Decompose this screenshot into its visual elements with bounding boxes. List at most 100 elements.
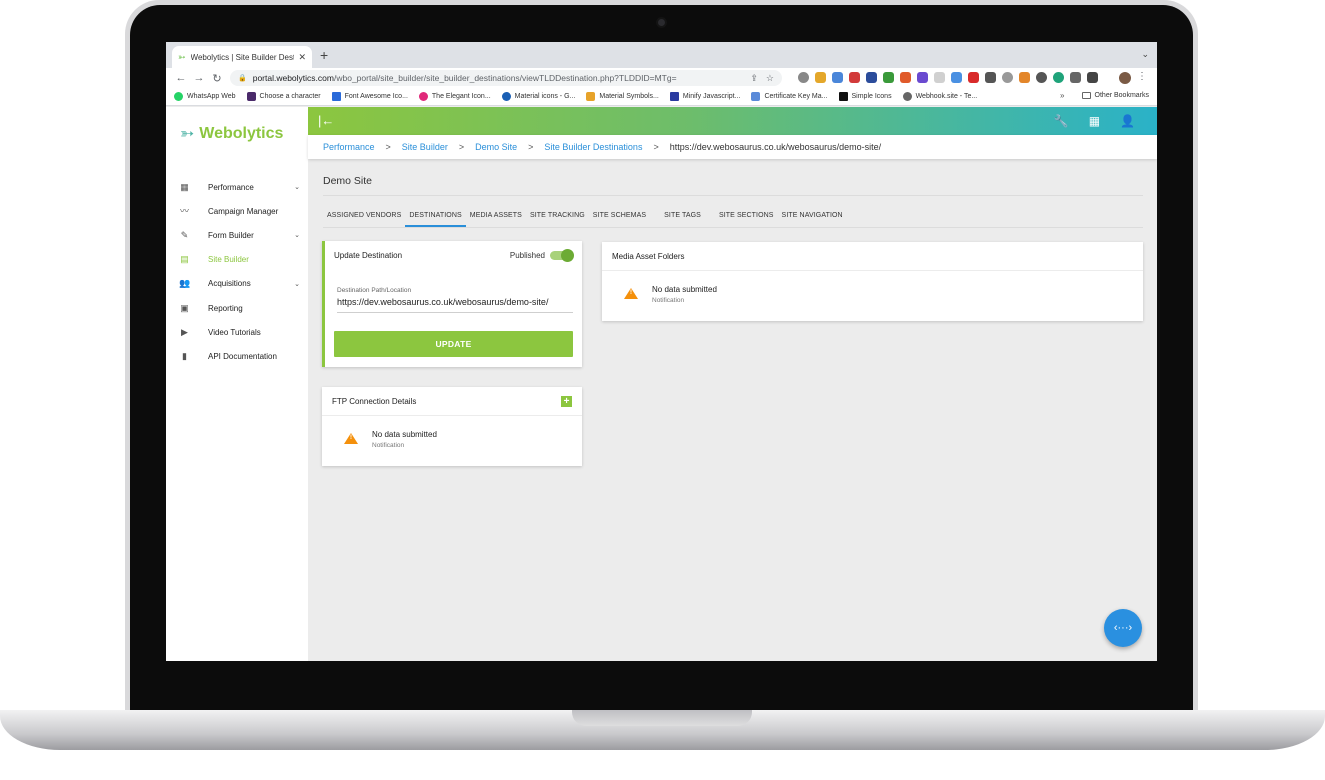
extensions-row [798, 72, 1098, 83]
extension-icon[interactable] [951, 72, 962, 83]
more-menu-icon[interactable]: ⋮ [1137, 71, 1147, 82]
card-header: Update Destination Published [325, 241, 582, 270]
published-toggle[interactable] [550, 249, 574, 262]
sidebar-item-reporting[interactable]: ▣ Reporting [166, 296, 308, 320]
url-path: /wbo_portal/site_builder/site_builder_de… [333, 73, 677, 83]
profile-avatar[interactable] [1119, 72, 1131, 84]
tab-media-assets[interactable]: MEDIA ASSETS [466, 205, 526, 227]
bookmark[interactable]: Material icons - G... [501, 92, 575, 101]
material-icon [501, 92, 511, 101]
user-icon[interactable]: 👤 [1120, 114, 1135, 128]
tab-assigned-vendors[interactable]: ASSIGNED VENDORS [323, 205, 405, 227]
bookmark[interactable]: The Elegant Icon... [418, 92, 491, 101]
breadcrumb-site-builder[interactable]: Site Builder [402, 142, 448, 152]
webhook-icon [902, 92, 912, 101]
puzzle-icon[interactable] [1070, 72, 1081, 83]
breadcrumb-demo-site[interactable]: Demo Site [475, 142, 517, 152]
ftp-connection-card: FTP Connection Details + ! No data submi… [322, 387, 582, 466]
apps-grid-icon[interactable]: ▦ [1089, 114, 1100, 128]
reload-icon[interactable]: ↻ [208, 72, 226, 85]
extension-icon[interactable] [900, 72, 911, 83]
breadcrumb-separator: > [528, 142, 534, 152]
whatsapp-icon [174, 92, 183, 101]
extension-icon[interactable] [883, 72, 894, 83]
media-asset-folders-card: Media Asset Folders ! No data submitted … [602, 242, 1143, 321]
sidebar-item-video-tutorials[interactable]: ▶ Video Tutorials [166, 320, 308, 344]
extension-icon[interactable] [815, 72, 826, 83]
tab-site-sections[interactable]: SITE SECTIONS [715, 205, 778, 227]
star-icon[interactable]: ☆ [766, 73, 774, 84]
sidebar-item-acquisitions[interactable]: 👥 Acquisitions ⌄ [166, 272, 308, 296]
main-content: |← 🔧 ▦ 👤 Performance > Site Builder > De… [308, 107, 1157, 661]
extension-icon[interactable] [934, 72, 945, 83]
extension-icon[interactable] [1019, 72, 1030, 83]
extension-icon[interactable] [832, 72, 843, 83]
bookmark[interactable]: Simple Icons [838, 92, 892, 101]
bookmark[interactable]: Webhook.site - Te... [902, 92, 977, 101]
sidebar-item-performance[interactable]: ▦ Performance ⌄ [166, 175, 308, 199]
back-icon[interactable]: ← [172, 72, 190, 84]
extension-icon[interactable] [849, 72, 860, 83]
video-icon: ▶ [181, 326, 188, 337]
symbols-icon [586, 92, 596, 101]
breadcrumb-destinations[interactable]: Site Builder Destinations [544, 142, 642, 152]
new-tab-button[interactable]: + [320, 47, 328, 63]
address-bar[interactable]: 🔒 portal.webolytics.com/wbo_portal/site_… [230, 70, 782, 86]
sidebar-item-campaign-manager[interactable]: 〰 Campaign Manager [166, 199, 308, 223]
logo[interactable]: ➳ Webolytics [180, 124, 283, 144]
extension-icon[interactable] [985, 72, 996, 83]
tab-destinations[interactable]: DESTINATIONS [405, 205, 466, 227]
sidepanel-icon[interactable] [1087, 72, 1098, 83]
browser-tab[interactable]: ➳ Webolytics | Site Builder Destin ✕ [172, 46, 312, 68]
extension-icon[interactable] [1002, 72, 1013, 83]
tab-site-navigation[interactable]: SITE NAVIGATION [778, 205, 847, 227]
dashboard-icon: ▦ [180, 181, 189, 192]
people-icon: 👥 [179, 278, 191, 289]
empty-subtitle: Notification [372, 442, 405, 449]
breadcrumb-performance[interactable]: Performance [323, 142, 375, 152]
destination-path-input[interactable]: https://dev.webosaurus.co.uk/webosaurus/… [337, 297, 573, 313]
chat-icon [246, 92, 256, 101]
bookmark[interactable]: Minify Javascript... [669, 92, 740, 101]
extension-icon[interactable] [1036, 72, 1047, 83]
extension-icon[interactable] [968, 72, 979, 83]
url-host: portal.webolytics.com [252, 73, 334, 83]
topbar-icons: 🔧 ▦ 👤 [1054, 114, 1135, 128]
sidebar-item-api-documentation[interactable]: ▮ API Documentation [166, 344, 308, 368]
bookmark[interactable]: Certificate Key Ma... [751, 92, 828, 101]
tab-title: Webolytics | Site Builder Destin [190, 52, 295, 62]
sidebar-item-form-builder[interactable]: ✎ Form Builder ⌄ [166, 223, 308, 247]
extension-icon[interactable] [866, 72, 877, 83]
extension-icon[interactable] [917, 72, 928, 83]
bookmark[interactable]: Material Symbols... [586, 92, 659, 101]
tab-site-schemas[interactable]: SITE SCHEMAS [589, 205, 650, 227]
extension-icon[interactable] [798, 72, 809, 83]
share-icon[interactable]: ⇪ [750, 73, 758, 84]
screen: ➳ Webolytics | Site Builder Destin ✕ + ⌄… [166, 42, 1157, 661]
sidebar-item-site-builder[interactable]: ▤ Site Builder [166, 248, 308, 272]
wrench-icon[interactable]: 🔧 [1054, 114, 1069, 128]
tab-site-tags[interactable]: SITE TAGS [660, 205, 705, 227]
camera [656, 17, 667, 28]
update-destination-card: Update Destination Published Destination… [322, 241, 582, 367]
tab-search-icon[interactable]: ⌄ [1141, 49, 1149, 60]
extension-icon[interactable] [1053, 72, 1064, 83]
close-tab-icon[interactable]: ✕ [298, 52, 306, 63]
other-bookmarks[interactable]: Other Bookmarks [1081, 92, 1149, 99]
bookmark[interactable]: Font Awesome Ico... [331, 92, 408, 101]
bookmark[interactable]: WhatsApp Web [174, 92, 236, 101]
tab-site-tracking[interactable]: SITE TRACKING [526, 205, 589, 227]
laptop-notch [572, 710, 752, 726]
empty-state: ! No data submitted Notification [602, 271, 1143, 304]
collapse-sidebar-button[interactable]: |← [318, 113, 334, 128]
update-button[interactable]: UPDATE [334, 331, 573, 357]
forward-icon[interactable]: → [190, 72, 208, 84]
webolytics-app: ➳ Webolytics ▦ Performance ⌄ 〰 Campaign … [166, 107, 1157, 661]
sidebar: ➳ Webolytics ▦ Performance ⌄ 〰 Campaign … [166, 107, 308, 661]
more-bookmarks-button[interactable]: » [1060, 91, 1064, 100]
warning-icon: ! [344, 433, 358, 444]
add-ftp-button[interactable]: + [561, 395, 572, 407]
bookmark[interactable]: Choose a character [246, 92, 321, 101]
card-title: Update Destination [334, 251, 403, 260]
code-fab-button[interactable]: ‹···› [1104, 609, 1142, 647]
